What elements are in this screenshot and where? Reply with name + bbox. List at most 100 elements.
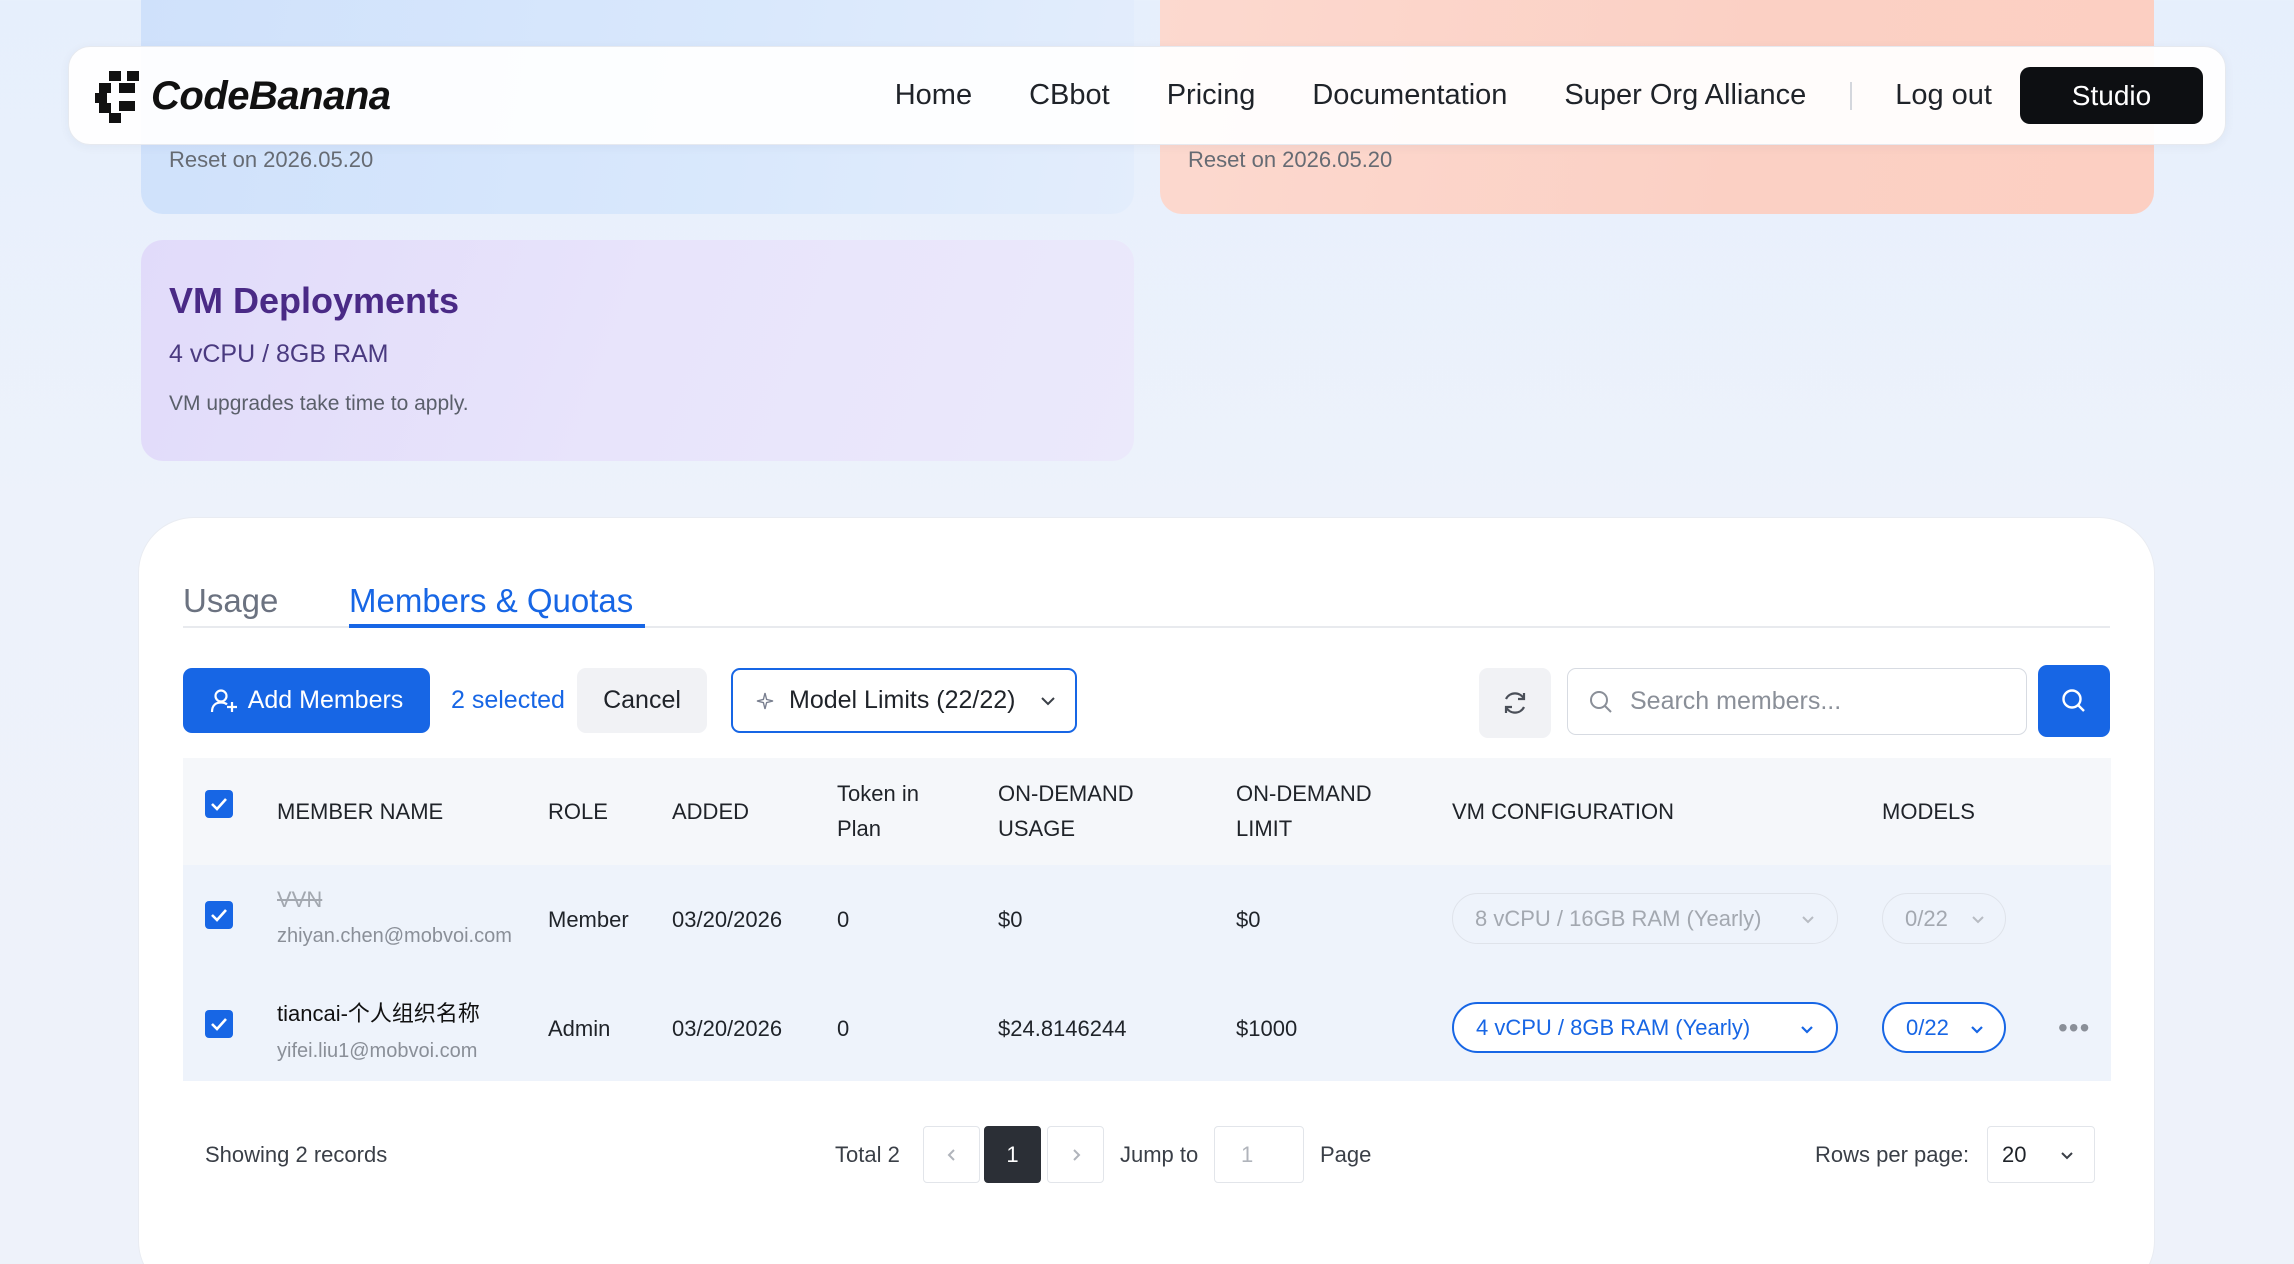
check-icon xyxy=(211,1018,227,1031)
model-limits-label: Model Limits (22/22) xyxy=(789,686,1016,714)
header-vm-configuration: VM CONFIGURATION xyxy=(1452,799,1675,824)
refresh-button[interactable] xyxy=(1479,668,1551,738)
members-panel: Usage Members & Quotas Add Members 2 sel… xyxy=(138,517,2155,1264)
vm-card-title: VM Deployments xyxy=(169,280,460,321)
header-token-line-2: Plan xyxy=(837,816,882,841)
header-ondemand-limit: ON-DEMAND LIMIT xyxy=(1236,776,1372,846)
table-header: MEMBER NAME ROLE ADDED Token in Plan ON-… xyxy=(183,758,2111,865)
table-row: tiancai-个人组织名称 yifei.liu1@mobvoi.com Adm… xyxy=(183,974,2111,1081)
rows-per-page-label: Rows per page: xyxy=(1815,1142,1970,1167)
models-select[interactable]: 0/22 xyxy=(1882,1002,2006,1053)
reset-date: Reset on 2026.05.20 xyxy=(169,147,374,172)
models-value: 0/22 xyxy=(1906,1014,1949,1040)
header-ondemand-usage: ON-DEMAND USAGE xyxy=(998,776,1134,846)
add-members-button[interactable]: Add Members xyxy=(183,668,430,733)
table-footer: Showing 2 records Total 2 1 Jump to 1 Pa… xyxy=(183,1126,2110,1186)
nav-pricing[interactable]: Pricing xyxy=(1167,79,1256,112)
search-icon xyxy=(2062,689,2085,712)
header-token-line-1: Token in xyxy=(837,781,919,806)
vm-card-spec: 4 vCPU / 8GB RAM xyxy=(169,340,389,368)
header-usage-line-1: ON-DEMAND xyxy=(998,781,1134,806)
total-count: Total 2 xyxy=(835,1142,900,1167)
member-limit: $1000 xyxy=(1236,1016,1298,1041)
chevron-right-icon xyxy=(1072,1148,1080,1161)
rows-per-page-value: 20 xyxy=(2002,1141,2027,1167)
active-tab-indicator xyxy=(349,624,645,628)
table-row: VVN zhiyan.chen@mobvoi.com Member 03/20/… xyxy=(183,865,2111,974)
chevron-down-icon xyxy=(1971,1026,1983,1034)
member-token: 0 xyxy=(837,907,850,932)
add-members-label: Add Members xyxy=(247,686,404,714)
vm-config-select[interactable]: 8 vCPU / 16GB RAM (Yearly) xyxy=(1452,893,1838,944)
models-select[interactable]: 0/22 xyxy=(1882,893,2006,944)
selected-count: 2 selected xyxy=(451,686,565,714)
nav-home[interactable]: Home xyxy=(895,79,972,112)
chevron-down-icon xyxy=(1801,1026,1813,1034)
tab-usage[interactable]: Usage xyxy=(183,582,278,620)
vm-card-note: VM upgrades take time to apply. xyxy=(169,392,469,415)
brand-name: CodeBanana xyxy=(151,73,391,118)
members-toolbar: Add Members 2 selected Cancel Model Limi… xyxy=(183,665,2110,738)
search-button[interactable] xyxy=(2038,665,2110,737)
nav-links: Home CBbot Pricing Documentation Super O… xyxy=(895,67,2203,124)
rows-per-page-select[interactable]: 20 xyxy=(1987,1126,2095,1183)
row-checkbox[interactable] xyxy=(205,1010,233,1038)
chevron-left-icon xyxy=(947,1148,955,1161)
header-usage-line-2: USAGE xyxy=(998,816,1076,841)
tab-members-quotas[interactable]: Members & Quotas xyxy=(349,582,633,620)
add-user-icon xyxy=(210,688,237,712)
member-email: zhiyan.chen@mobvoi.com xyxy=(277,925,512,947)
models-value: 0/22 xyxy=(1905,905,1948,931)
member-role: Member xyxy=(548,907,629,932)
vm-config-value: 4 vCPU / 8GB RAM (Yearly) xyxy=(1476,1014,1751,1040)
member-cell: VVN zhiyan.chen@mobvoi.com xyxy=(277,887,512,948)
header-token-in-plan: Token in Plan xyxy=(837,776,919,846)
member-added: 03/20/2026 xyxy=(672,1016,783,1041)
jump-to-input[interactable]: 1 xyxy=(1214,1126,1304,1183)
codebanana-logo-icon xyxy=(95,71,139,123)
member-added: 03/20/2026 xyxy=(672,907,783,932)
refresh-icon xyxy=(1504,692,1526,714)
row-checkbox[interactable] xyxy=(205,901,233,929)
member-cell: tiancai-个人组织名称 yifei.liu1@mobvoi.com xyxy=(277,996,480,1063)
header-role: ROLE xyxy=(548,799,608,824)
records-count: Showing 2 records xyxy=(205,1142,388,1167)
nav-documentation[interactable]: Documentation xyxy=(1312,79,1507,112)
chevron-down-icon xyxy=(1972,916,1984,924)
page-1-button[interactable]: 1 xyxy=(984,1126,1041,1183)
header-limit-line-2: LIMIT xyxy=(1236,816,1293,841)
jump-to-label: Jump to xyxy=(1120,1142,1199,1167)
header-member-name: MEMBER NAME xyxy=(277,799,444,824)
search-members-input[interactable] xyxy=(1630,687,2000,716)
select-all-checkbox[interactable] xyxy=(205,790,233,818)
more-actions-icon[interactable]: ••• xyxy=(2058,1012,2090,1044)
chevron-down-icon xyxy=(1802,916,1814,924)
top-navbar: CodeBanana Home CBbot Pricing Documentat… xyxy=(68,46,2226,145)
header-added: ADDED xyxy=(672,799,750,824)
prev-page-button[interactable] xyxy=(923,1126,980,1183)
vm-deployments-card: VM Deployments 4 vCPU / 8GB RAM VM upgra… xyxy=(141,240,1134,461)
reset-date: Reset on 2026.05.20 xyxy=(1188,147,1393,172)
next-page-button[interactable] xyxy=(1047,1126,1104,1183)
member-usage: $0 xyxy=(998,907,1023,932)
member-role: Admin xyxy=(548,1016,611,1041)
tab-bar: Usage Members & Quotas xyxy=(183,558,2110,628)
sparkle-icon xyxy=(756,692,774,709)
cancel-button[interactable]: Cancel xyxy=(577,668,707,733)
chevron-down-icon xyxy=(2061,1152,2073,1160)
brand-logo[interactable]: CodeBanana xyxy=(91,67,391,125)
nav-cbbot[interactable]: CBbot xyxy=(1029,79,1110,112)
member-limit: $0 xyxy=(1236,907,1261,932)
model-limits-dropdown[interactable]: Model Limits (22/22) xyxy=(731,668,1077,733)
member-usage: $24.8146244 xyxy=(998,1016,1127,1041)
studio-button[interactable]: Studio xyxy=(2020,67,2203,124)
logout-link[interactable]: Log out xyxy=(1895,79,1992,112)
check-icon xyxy=(211,798,227,811)
page-label: Page xyxy=(1320,1142,1372,1167)
check-icon xyxy=(211,909,227,922)
nav-super-org-alliance[interactable]: Super Org Alliance xyxy=(1564,79,1806,112)
members-table: MEMBER NAME ROLE ADDED Token in Plan ON-… xyxy=(183,758,2111,1081)
member-token: 0 xyxy=(837,1016,850,1041)
header-limit-line-1: ON-DEMAND xyxy=(1236,781,1372,806)
vm-config-select[interactable]: 4 vCPU / 8GB RAM (Yearly) xyxy=(1452,1002,1838,1053)
